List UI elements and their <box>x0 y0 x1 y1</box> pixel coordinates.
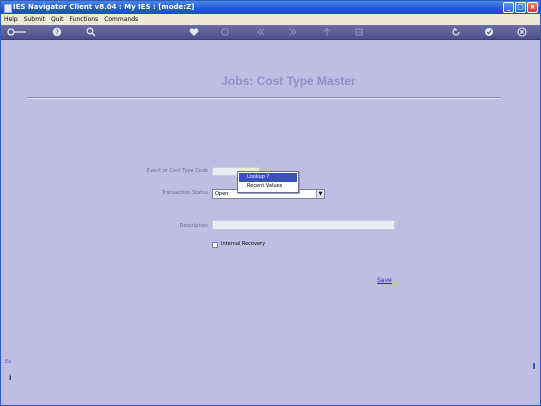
app-icon <box>4 4 12 13</box>
back-icon[interactable] <box>450 27 462 37</box>
field-context-menu: Lookup ? Recent Values <box>237 171 299 193</box>
svg-text:?: ? <box>55 29 59 37</box>
main-content: Jobs: Cost Type Master Event or Cost Typ… <box>4 40 537 404</box>
transaction-status-label: Transaction Status <box>161 190 208 196</box>
toolbar: ? <box>1 25 540 40</box>
cost-type-code-label: Event or Cost Type Code <box>146 168 208 174</box>
menu-quit[interactable]: Quit <box>51 14 64 25</box>
app-window: IES Navigator Client v8.04 : My IES : [m… <box>0 0 541 406</box>
save-link[interactable]: Save <box>377 277 392 284</box>
search-icon[interactable] <box>85 27 97 37</box>
maximize-button[interactable]: □ <box>515 2 526 13</box>
menu-help[interactable]: Help <box>4 14 18 25</box>
menu-item-lookup[interactable]: Lookup ? <box>239 173 297 182</box>
right-edge-marker <box>533 363 535 369</box>
close-window-button[interactable]: × <box>527 2 538 13</box>
page-title: Jobs: Cost Type Master <box>221 74 356 88</box>
menu-bar: Help Submit Quit Functions Commands <box>1 14 540 25</box>
menu-submit[interactable]: Submit <box>24 14 45 25</box>
minimize-button[interactable]: _ <box>503 2 514 13</box>
list-icon[interactable] <box>353 27 365 37</box>
menu-functions[interactable]: Functions <box>70 14 99 25</box>
chevron-down-icon[interactable]: ▼ <box>316 190 324 198</box>
key-icon[interactable] <box>7 27 27 37</box>
rewind-icon[interactable] <box>255 27 267 37</box>
internal-recovery-checkbox[interactable] <box>212 242 218 248</box>
description-input[interactable] <box>212 220 395 230</box>
fast-forward-icon[interactable] <box>287 27 299 37</box>
internal-recovery-label: Internal Recovery <box>221 241 266 247</box>
sidebar-mark-top[interactable]: Ex <box>5 359 11 365</box>
description-label: Description <box>179 223 208 229</box>
menu-item-recent-values[interactable]: Recent Values <box>239 182 297 191</box>
menu-commands[interactable]: Commands <box>104 14 138 25</box>
transaction-status-value: Open <box>215 191 229 197</box>
title-bar[interactable]: IES Navigator Client v8.04 : My IES : [m… <box>1 1 540 14</box>
sidebar-mark-bottom[interactable]: i <box>9 374 11 382</box>
refresh-icon[interactable] <box>219 27 231 37</box>
check-icon[interactable] <box>483 27 495 37</box>
window-title: IES Navigator Client v8.04 : My IES : [m… <box>13 3 195 11</box>
upload-icon[interactable] <box>321 27 333 37</box>
close-icon[interactable] <box>516 27 528 37</box>
title-divider <box>27 97 501 99</box>
help-icon[interactable]: ? <box>51 27 63 37</box>
heart-icon[interactable] <box>188 27 200 37</box>
